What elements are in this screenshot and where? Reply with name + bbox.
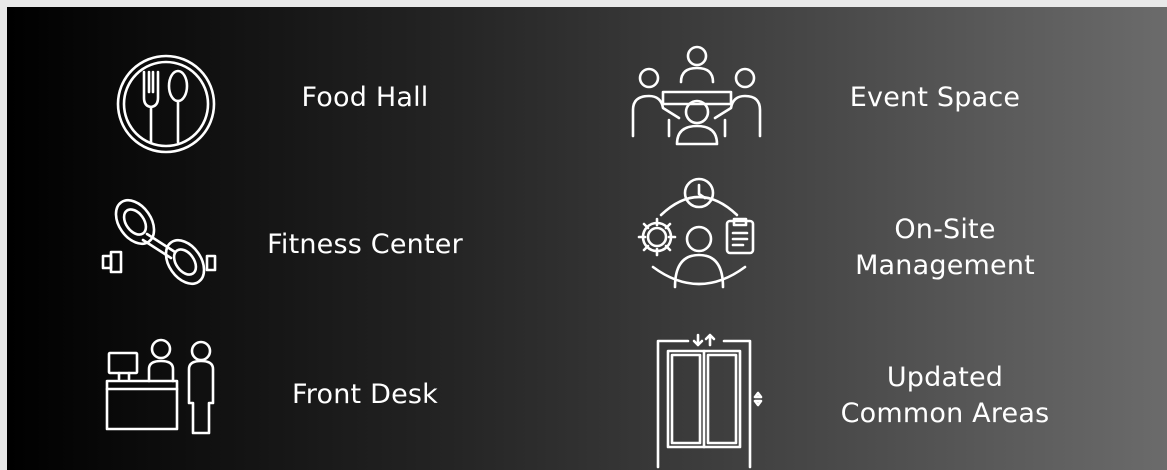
fitness-center-label: Fitness Center	[267, 229, 463, 260]
dumbbell-icon	[97, 194, 222, 289]
meeting-table-icon	[629, 44, 764, 146]
on-site-management-label: On-Site Management	[855, 214, 1035, 281]
updated-common-areas-label: Updated Common Areas	[840, 362, 1050, 429]
manager-clock-gear-clipboard-icon	[635, 175, 765, 295]
event-space-label: Event Space	[849, 82, 1021, 113]
elevator-icon	[652, 329, 772, 469]
plate-fork-spoon-icon	[96, 54, 236, 154]
food-hall-label: Food Hall	[301, 82, 429, 113]
reception-desk-icon	[103, 337, 233, 437]
front-desk-label: Front Desk	[292, 379, 438, 410]
amenities-panel: Food Hall Fitness Center Front Desk Even…	[7, 7, 1167, 470]
